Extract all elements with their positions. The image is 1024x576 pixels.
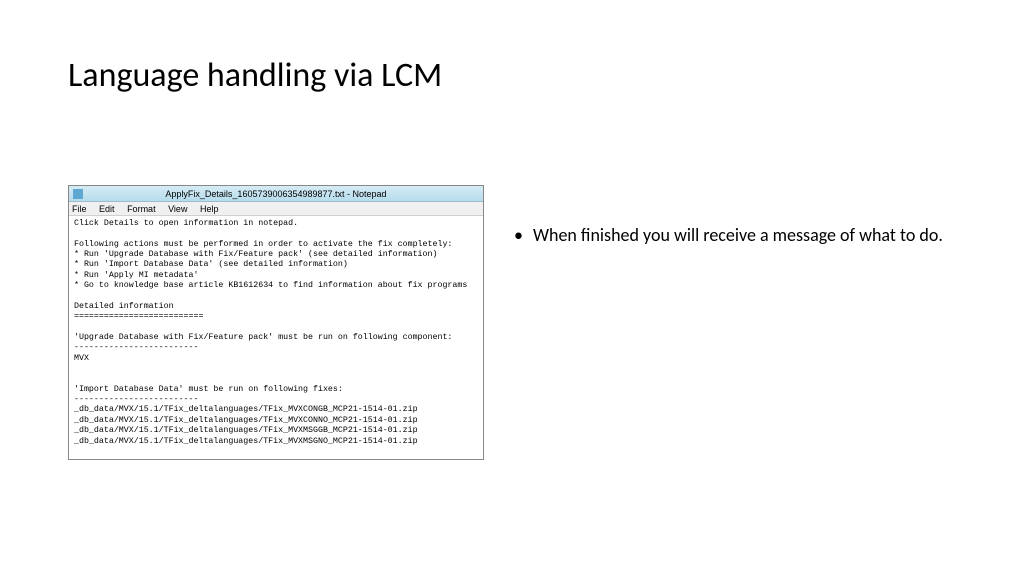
notepad-screenshot: ApplyFix_Details_1605739006354989877.txt…: [68, 185, 484, 460]
menu-file: File: [72, 204, 87, 214]
bullet-dot-icon: •: [514, 223, 523, 248]
notepad-titlebar: ApplyFix_Details_1605739006354989877.txt…: [69, 186, 483, 202]
slide-title: Language handling via LCM: [68, 55, 442, 96]
bullet-item: • When finished you will receive a messa…: [514, 223, 956, 248]
content-row: ApplyFix_Details_1605739006354989877.txt…: [68, 185, 956, 460]
notepad-menubar: File Edit Format View Help: [69, 202, 483, 216]
menu-edit: Edit: [99, 204, 115, 214]
menu-help: Help: [200, 204, 219, 214]
notepad-text: Click Details to open information in not…: [69, 216, 483, 459]
bullet-area: • When finished you will receive a messa…: [514, 185, 956, 460]
menu-view: View: [168, 204, 187, 214]
menu-format: Format: [127, 204, 156, 214]
bullet-text: When finished you will receive a message…: [533, 223, 943, 247]
